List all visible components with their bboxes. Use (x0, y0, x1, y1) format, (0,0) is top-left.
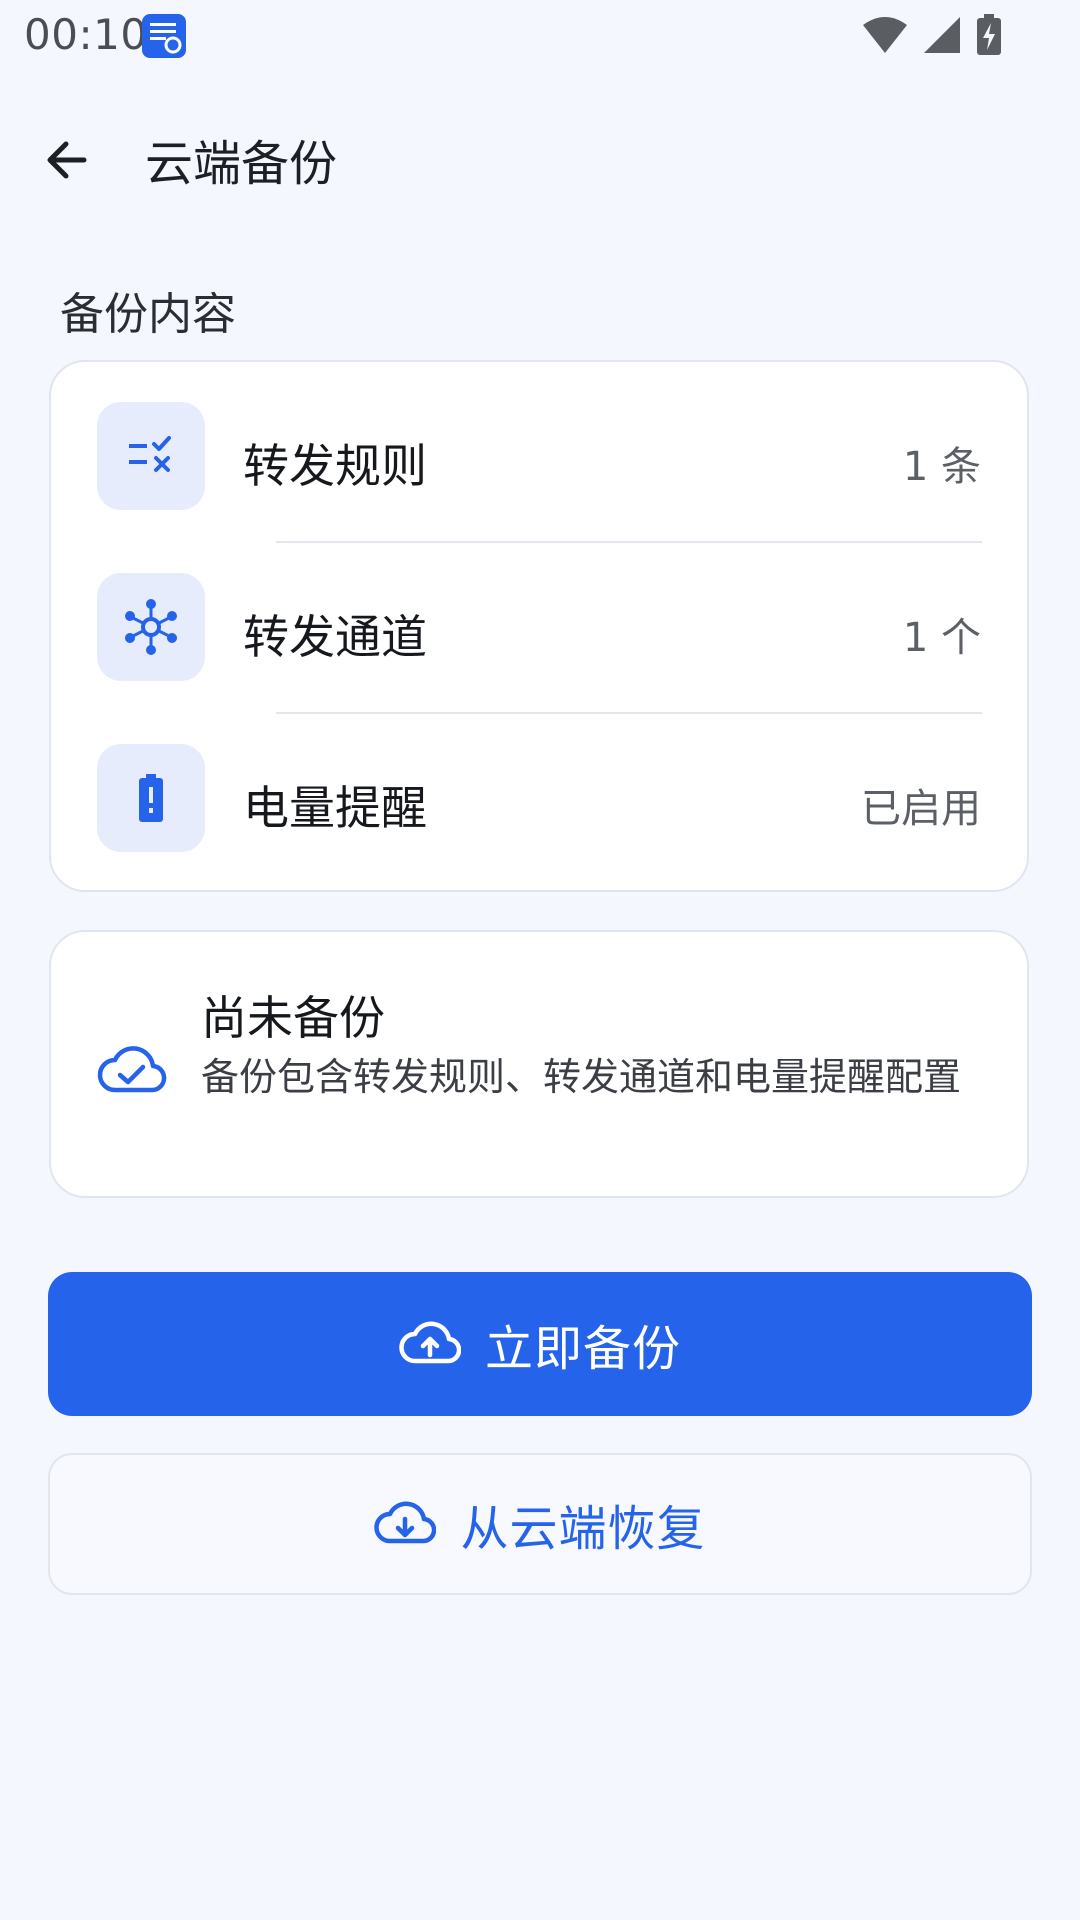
item-label: 转发通道 (243, 610, 427, 664)
rule-check-icon (97, 402, 205, 510)
list-item-forward-channels[interactable]: 转发通道 1 个 (51, 533, 1027, 703)
backup-now-label: 立即备份 (484, 1321, 681, 1377)
list-item-forward-rules[interactable]: 转发规则 1 条 (51, 362, 1027, 532)
item-value: 已启用 (861, 786, 981, 832)
wifi-icon (863, 17, 907, 53)
status-time: 00:10 (24, 10, 148, 59)
cloud-upload-icon (399, 1317, 462, 1371)
app-bar: 云端备份 (0, 110, 1080, 200)
status-icons (862, 14, 1002, 56)
restore-button[interactable]: 从云端恢复 (48, 1453, 1032, 1595)
backup-status-card: 尚未备份 备份包含转发规则、转发通道和电量提醒配置 (49, 930, 1029, 1198)
restore-label: 从云端恢复 (460, 1501, 706, 1557)
item-label: 电量提醒 (243, 781, 427, 835)
cloud-download-icon (374, 1497, 437, 1551)
item-label: 转发规则 (243, 439, 427, 493)
page-title: 云端备份 (145, 136, 338, 192)
list-item-battery-alert[interactable]: 电量提醒 已启用 (51, 704, 1027, 874)
section-label: 备份内容 (60, 289, 236, 340)
cellular-signal-icon (924, 17, 960, 53)
cloud-check-icon (97, 1040, 167, 1096)
backup-content-card: 转发规则 1 条 转发通道 1 个 电量提醒 已启用 (49, 360, 1029, 892)
battery-charging-icon (977, 14, 1001, 55)
message-sync-icon (140, 12, 188, 60)
battery-alert-icon (97, 744, 205, 852)
backup-now-button[interactable]: 立即备份 (48, 1272, 1032, 1416)
status-title: 尚未备份 (201, 991, 385, 1045)
arrow-left-icon[interactable] (40, 130, 100, 190)
hub-nodes-icon (97, 573, 205, 681)
item-value: 1 条 (902, 444, 981, 490)
status-description: 备份包含转发规则、转发通道和电量提醒配置 (201, 1055, 962, 1099)
status-bar: 00:10 (0, 0, 1080, 72)
item-value: 1 个 (902, 615, 981, 661)
